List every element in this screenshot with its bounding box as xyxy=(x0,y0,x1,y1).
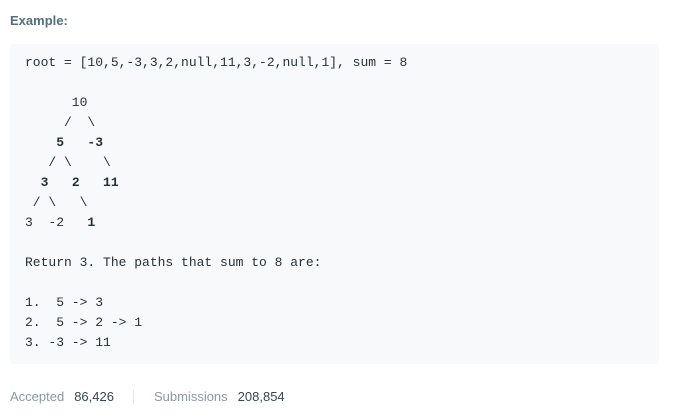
accepted-label: Accepted xyxy=(10,389,65,404)
submissions-label: Submissions xyxy=(153,389,228,404)
path-line-3: 3. -3 -> 11 xyxy=(25,335,111,350)
tree-row-2: / \ xyxy=(25,115,96,130)
tree-row-3-nodes: 5 -3 xyxy=(56,135,104,150)
submission-stats: Accepted 86,426 Submissions 208,854 xyxy=(10,388,285,406)
tree-row-5: 3 2 11 xyxy=(25,173,119,193)
input-line: root = [10,5,-3,3,2,null,11,3,-2,null,1]… xyxy=(25,55,408,70)
submissions-value: 208,854 xyxy=(237,389,285,404)
tree-row-4: / \ \ xyxy=(25,155,111,170)
example-heading: Example: xyxy=(10,13,68,28)
return-line: Return 3. The paths that sum to 8 are: xyxy=(25,255,322,270)
path-line-2: 2. 5 -> 2 -> 1 xyxy=(25,315,143,330)
tree-row-5-nodes: 3 2 11 xyxy=(40,175,119,190)
tree-row-7: 3 -2 1 xyxy=(25,213,95,233)
tree-row-7-nodes: 3 -2 xyxy=(25,215,88,230)
tree-row-5-indent xyxy=(25,175,41,190)
tree-row-6: / \ \ xyxy=(25,195,88,210)
stats-divider xyxy=(132,390,134,404)
tree-row-1: 10 xyxy=(25,95,88,110)
tree-row-7-bold-node: 1 xyxy=(87,215,96,230)
tree-row-3: 5 -3 xyxy=(25,133,103,153)
path-line-1: 1. 5 -> 3 xyxy=(25,295,104,310)
tree-row-3-indent xyxy=(25,135,56,150)
example-code-block: root = [10,5,-3,3,2,null,11,3,-2,null,1]… xyxy=(10,44,659,364)
accepted-value: 86,426 xyxy=(74,389,114,404)
